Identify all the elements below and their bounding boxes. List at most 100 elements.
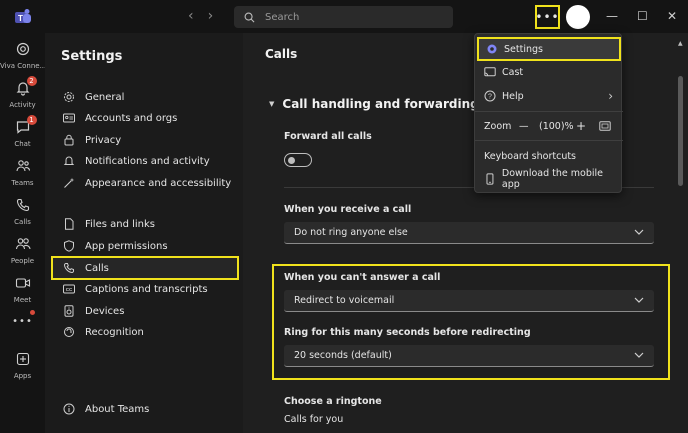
rail-item-calls[interactable]: Calls xyxy=(0,197,45,226)
rail-label: Teams xyxy=(11,179,34,187)
gear-icon xyxy=(64,92,74,102)
chevron-down-icon xyxy=(634,229,644,235)
phone-icon xyxy=(63,263,74,274)
rail-label: Chat xyxy=(14,140,31,148)
fullscreen-icon[interactable] xyxy=(599,121,611,131)
scrollbar[interactable] xyxy=(678,76,683,186)
settings-item-recognition[interactable]: Recognition xyxy=(59,321,239,343)
settings-item-files[interactable]: Files and links xyxy=(59,213,239,235)
forward-calls-toggle[interactable] xyxy=(284,153,312,167)
chevron-down-icon xyxy=(634,297,644,303)
zoom-label: Zoom xyxy=(484,120,512,132)
title-bar: T ‹ › Search ••• — ☐ ✕ xyxy=(0,0,688,33)
cast-icon xyxy=(484,67,496,77)
notification-dot xyxy=(30,310,35,315)
settings-item-about[interactable]: About Teams xyxy=(59,398,239,420)
settings-item-label: Notifications and activity xyxy=(85,155,210,167)
more-dots-icon: ••• xyxy=(12,316,33,327)
settings-item-label: Privacy xyxy=(85,134,122,146)
menu-item-help[interactable]: ? Help › xyxy=(475,85,623,107)
rail-item-viva[interactable]: Viva Conne... xyxy=(0,41,46,70)
zoom-in-button[interactable]: + xyxy=(576,119,586,133)
zoom-value: (100)% xyxy=(539,120,574,132)
ring-seconds-select[interactable]: 20 seconds (default) xyxy=(284,345,654,367)
forward-arrow-icon[interactable]: › xyxy=(208,8,214,24)
viva-connections-icon xyxy=(16,42,29,56)
settings-item-app-permissions[interactable]: App permissions xyxy=(59,235,239,257)
rail-item-meet[interactable]: Meet xyxy=(0,275,45,304)
info-icon xyxy=(63,403,75,415)
teams-logo-icon[interactable]: T xyxy=(14,8,32,26)
menu-divider xyxy=(475,111,623,112)
calls-for-you-label: Calls for you xyxy=(284,414,344,425)
rail-label: Apps xyxy=(13,372,32,380)
receive-call-label: When you receive a call xyxy=(284,204,412,215)
rail-item-apps[interactable]: Apps xyxy=(0,351,45,380)
page-title: Calls xyxy=(265,47,298,61)
rail-item-teams[interactable]: Teams xyxy=(0,158,45,187)
minimize-icon[interactable]: — xyxy=(606,8,618,24)
settings-item-accounts[interactable]: Accounts and orgs xyxy=(59,107,239,129)
rail-label: Activity xyxy=(9,101,36,109)
menu-item-download-mobile[interactable]: Download the mobile app xyxy=(475,168,623,190)
section-header-call-handling[interactable]: ▼ Call handling and forwarding xyxy=(269,97,479,111)
more-options-menu: Settings Cast ? Help › Zoom — (100)% + K… xyxy=(474,33,623,193)
search-placeholder: Search xyxy=(265,11,300,23)
receive-call-value: Do not ring anyone else xyxy=(294,227,408,238)
more-dots-icon: ••• xyxy=(535,10,560,24)
phone-icon xyxy=(16,198,29,212)
close-icon[interactable]: ✕ xyxy=(667,8,677,24)
settings-item-privacy[interactable]: Privacy xyxy=(59,129,239,151)
cc-icon: CC xyxy=(63,284,75,294)
section-title: Call handling and forwarding xyxy=(282,97,479,111)
settings-item-captions[interactable]: CC Captions and transcripts xyxy=(59,278,239,300)
recognition-icon xyxy=(64,327,74,337)
back-arrow-icon[interactable]: ‹ xyxy=(188,8,194,24)
cant-answer-select[interactable]: Redirect to voicemail xyxy=(284,290,654,312)
zoom-out-button[interactable]: — xyxy=(519,121,529,132)
menu-item-cast[interactable]: Cast xyxy=(475,61,623,83)
teams-icon xyxy=(15,160,30,172)
svg-text:T: T xyxy=(18,14,23,23)
scroll-up-icon[interactable]: ▲ xyxy=(678,40,683,47)
menu-item-settings[interactable]: Settings xyxy=(477,37,621,61)
menu-item-label: Cast xyxy=(502,66,524,78)
avatar[interactable] xyxy=(566,5,590,29)
rail-more-button[interactable]: ••• xyxy=(0,316,45,327)
settings-item-devices[interactable]: Devices xyxy=(59,300,239,322)
app-rail: Viva Conne... 2 Activity 1 Chat Teams Ca… xyxy=(0,33,46,433)
settings-item-notifications[interactable]: Notifications and activity xyxy=(59,150,239,172)
wand-icon xyxy=(64,177,75,188)
settings-title: Settings xyxy=(61,49,123,64)
menu-item-label: Help xyxy=(502,90,524,102)
cant-answer-value: Redirect to voicemail xyxy=(294,295,395,306)
rail-label: Meet xyxy=(13,296,32,304)
bell-icon xyxy=(63,156,75,165)
people-icon xyxy=(15,238,31,250)
settings-item-label: Files and links xyxy=(85,218,156,230)
svg-text:?: ? xyxy=(488,94,492,101)
rail-label: People xyxy=(10,257,35,265)
mobile-phone-icon xyxy=(486,173,494,185)
ring-seconds-value: 20 seconds (default) xyxy=(294,350,392,361)
rail-item-chat[interactable]: 1 Chat xyxy=(0,115,45,148)
settings-item-general[interactable]: General xyxy=(59,86,239,108)
more-options-button[interactable]: ••• xyxy=(535,5,560,29)
settings-item-calls[interactable]: Calls xyxy=(51,256,239,280)
settings-item-label: Appearance and accessibility xyxy=(85,177,232,189)
search-input[interactable]: Search xyxy=(234,6,453,28)
settings-item-label: Captions and transcripts xyxy=(85,283,208,295)
menu-item-keyboard-shortcuts[interactable]: Keyboard shortcuts xyxy=(475,145,623,167)
receive-call-select[interactable]: Do not ring anyone else xyxy=(284,222,654,244)
settings-item-appearance[interactable]: Appearance and accessibility xyxy=(59,172,239,194)
settings-item-label: Recognition xyxy=(85,326,144,338)
rail-label: Calls xyxy=(14,218,31,226)
apps-icon xyxy=(16,352,29,366)
rail-item-activity[interactable]: 2 Activity xyxy=(0,76,45,109)
chat-badge: 1 xyxy=(26,115,37,125)
lock-icon xyxy=(64,134,74,146)
rail-item-people[interactable]: People xyxy=(0,236,45,265)
maximize-icon[interactable]: ☐ xyxy=(637,8,648,24)
menu-item-label: Keyboard shortcuts xyxy=(484,150,577,162)
settings-item-label: Accounts and orgs xyxy=(85,112,178,124)
